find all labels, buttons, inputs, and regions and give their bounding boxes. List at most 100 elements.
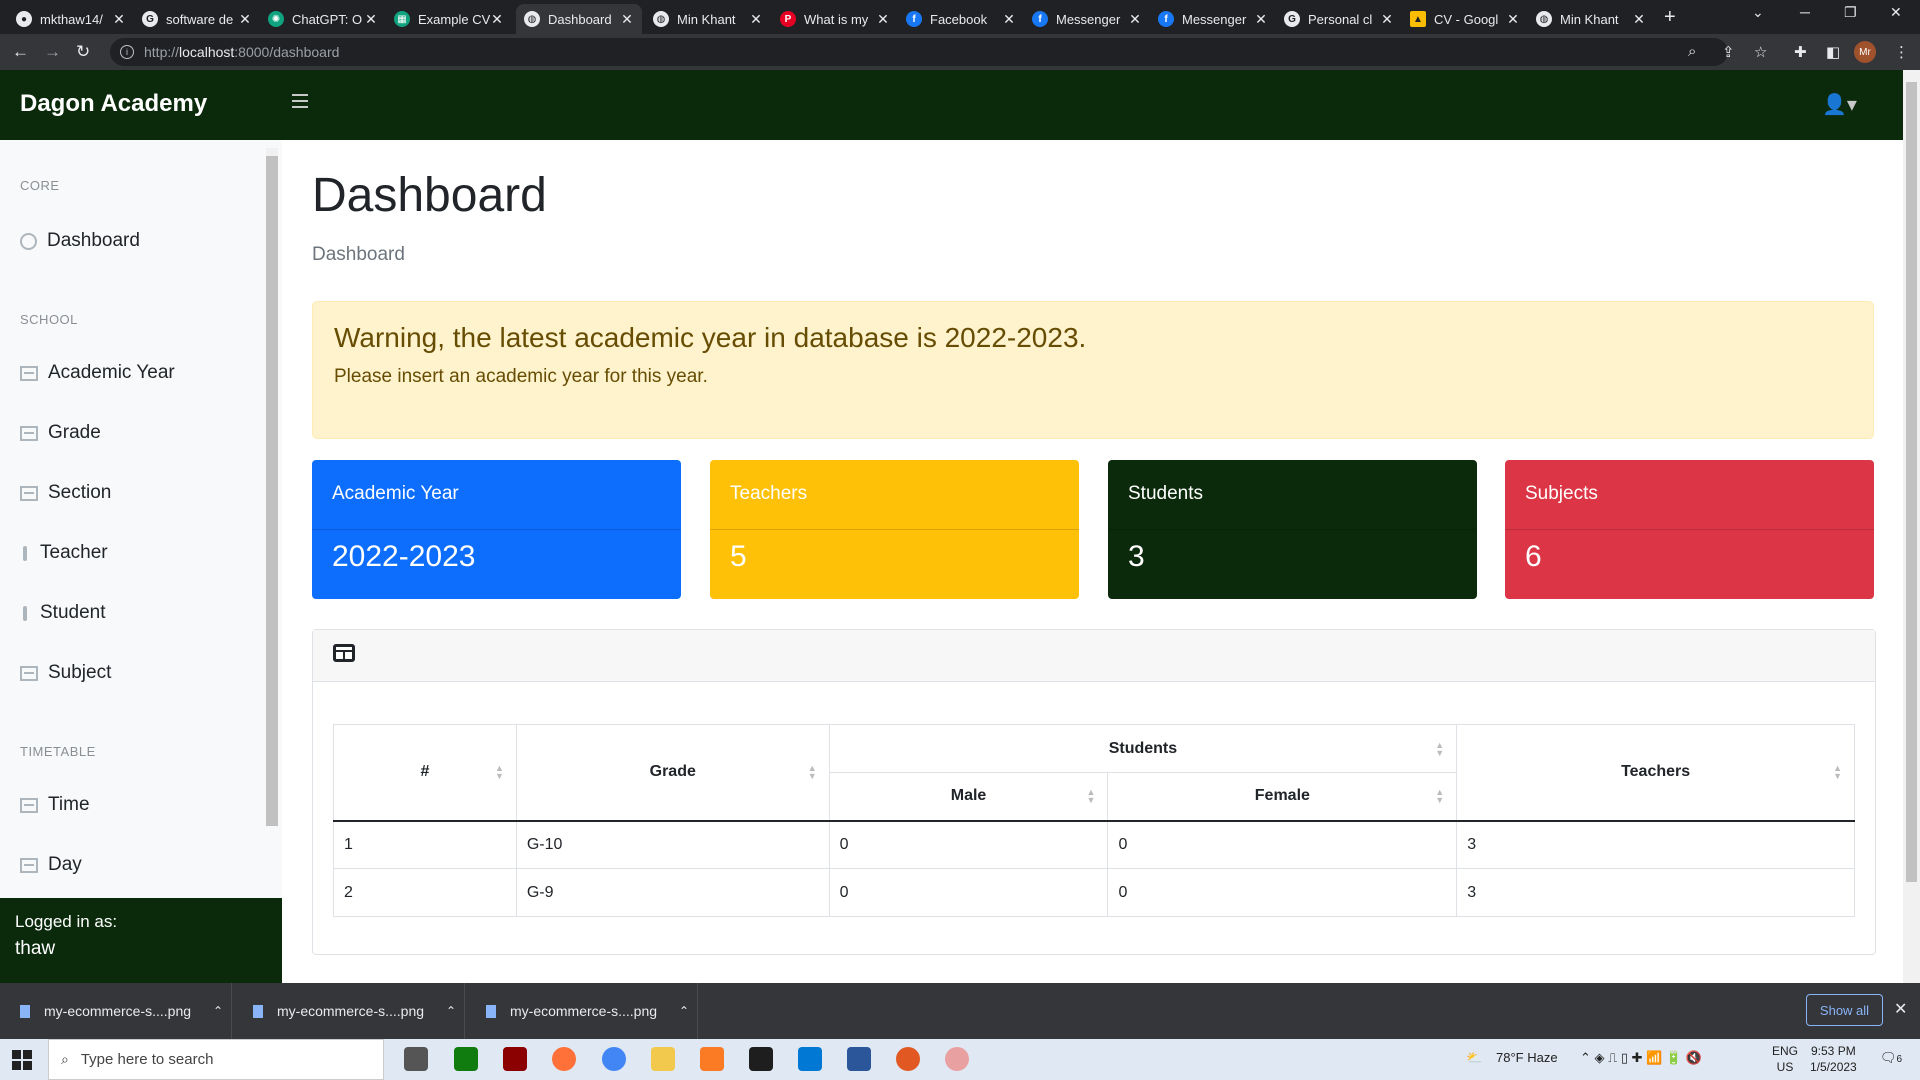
download-item[interactable]: my-ecommerce-s....png ⌃ [466,983,698,1039]
zoom-icon[interactable]: ⌕ [1688,43,1696,60]
user-menu-icon[interactable]: 👤▾ [1822,92,1857,117]
brand-logo[interactable]: Dagon Academy [20,90,207,118]
download-item[interactable]: my-ecommerce-s....png ⌃ [0,983,232,1039]
sidebar-item-subject[interactable]: Subject [20,662,111,684]
close-tab-icon[interactable]: ✕ [620,11,634,28]
col-header-students[interactable]: Students ▲ ▼ [828,724,1458,773]
sidebar-item-time[interactable]: Time [20,794,90,816]
minimize-icon[interactable]: ─ [1800,4,1810,20]
sidebar-toggle-icon[interactable] [292,94,308,108]
profile-avatar[interactable]: Mr [1854,41,1876,63]
close-tab-icon[interactable]: ✕ [1254,11,1268,28]
close-tab-icon[interactable]: ✕ [1128,11,1142,28]
chevron-up-icon[interactable]: ⌃ [679,1004,689,1018]
new-tab-icon[interactable]: + [1664,6,1676,29]
close-tab-icon[interactable]: ✕ [749,11,763,28]
xbox-icon[interactable] [454,1047,478,1071]
chrome-icon[interactable] [602,1047,626,1071]
col-header-number[interactable]: # ▲ ▼ [333,724,517,822]
site-info-icon[interactable]: i [120,45,134,59]
restore-icon[interactable]: ❐ [1844,4,1857,21]
sort-icon[interactable]: ▲ ▼ [1435,788,1444,805]
browser-tab[interactable]: ◍ Min Khant ✕ [1528,4,1654,34]
task-view-icon[interactable] [404,1047,428,1071]
page-scroll-thumb[interactable] [1906,82,1917,882]
bookmark-star-icon[interactable]: ☆ [1754,43,1767,61]
page-scrollbar[interactable] [1903,70,1920,983]
download-item[interactable]: my-ecommerce-s....png ⌃ [233,983,465,1039]
col-header-female[interactable]: Female ▲ ▼ [1107,772,1458,822]
browser-tab[interactable]: Gsoftware de ✕ [134,4,260,34]
show-all-button[interactable]: Show all [1806,994,1883,1026]
col-header-grade[interactable]: Grade ▲ ▼ [515,724,830,822]
tray-chevron-icon[interactable]: ⌃ ◈ ⎍ ▯ ✚ 📶 🔋 🔇 [1580,1050,1702,1066]
browser-tab[interactable]: ◍ Min Khant ✕ [645,4,771,34]
browser-tab[interactable]: G Personal cl ✕ [1276,4,1402,34]
sidebar-item-grade[interactable]: Grade [20,422,101,444]
sort-icon[interactable]: ▲ ▼ [1435,740,1444,757]
sidebar-scroll-thumb[interactable] [266,156,278,826]
sort-icon[interactable]: ▲ ▼ [1087,788,1096,805]
word-icon[interactable] [847,1047,871,1071]
close-tab-icon[interactable]: ✕ [490,11,504,28]
extensions-icon[interactable]: ✚ [1794,43,1807,61]
address-bar[interactable]: i http://localhost:8000/dashboard [110,38,1728,66]
sidebar-item-student[interactable]: Student [20,602,106,624]
window-close-icon[interactable]: ✕ [1890,4,1902,21]
sidebar-scrollbar[interactable] [266,148,278,826]
browser-tab[interactable]: f Messenger ✕ [1024,4,1150,34]
cell-male: 0 [828,868,1109,917]
browser-tab[interactable]: f Facebook ✕ [898,4,1024,34]
sort-icon[interactable]: ▲ ▼ [495,764,504,781]
back-icon[interactable]: ← [12,42,29,62]
close-tab-icon[interactable]: ✕ [1002,11,1016,28]
xampp-icon[interactable] [700,1047,724,1071]
weather-icon[interactable]: ⛅ [1466,1050,1482,1066]
sidebar-item-day[interactable]: Day [20,854,82,876]
sidebar-item-dashboard[interactable]: Dashboard [20,230,140,252]
close-downloads-icon[interactable]: ✕ [1894,999,1907,1019]
chevron-up-icon[interactable]: ⌃ [446,1004,456,1018]
close-tab-icon[interactable]: ✕ [1632,11,1646,28]
share-icon[interactable]: ⇪ [1722,43,1735,61]
close-tab-icon[interactable]: ✕ [1506,11,1520,28]
firefox-icon[interactable] [552,1047,576,1071]
close-tab-icon[interactable]: ✕ [364,11,378,28]
close-tab-icon[interactable]: ✕ [876,11,890,28]
weather-text[interactable]: 78°F Haze [1496,1050,1558,1065]
clock[interactable]: 9:53 PM 1/5/2023 [1810,1043,1857,1075]
vscode-icon[interactable] [798,1047,822,1071]
close-tab-icon[interactable]: ✕ [112,11,126,28]
browser-tab[interactable]: ▦ Example CV ✕ [386,4,512,34]
sort-icon[interactable]: ▲ ▼ [808,764,817,781]
col-header-teachers[interactable]: Teachers ▲ ▼ [1456,724,1855,822]
taskbar-search-input[interactable]: ⌕ Type here to search [48,1039,384,1080]
chevron-up-icon[interactable]: ⌃ [213,1004,223,1018]
side-panel-icon[interactable]: ◧ [1826,43,1840,61]
browser-tab[interactable]: ● mkthaw14/✕ [8,4,134,34]
close-tab-icon[interactable]: ✕ [238,11,252,28]
browser-tab[interactable]: ▲ CV - Googl ✕ [1402,4,1528,34]
tab-search-icon[interactable]: ⌄ [1752,4,1764,21]
sidebar-item-teacher[interactable]: Teacher [20,542,108,564]
terminal-icon[interactable] [749,1047,773,1071]
browser-tab[interactable]: f Messenger ✕ [1150,4,1276,34]
col-header-male[interactable]: Male ▲ ▼ [828,772,1109,822]
close-tab-icon[interactable]: ✕ [1380,11,1394,28]
snipping-tool-icon[interactable] [945,1047,969,1071]
windows-start-icon[interactable] [12,1050,32,1070]
browser-tab[interactable]: P What is my ✕ [772,4,898,34]
sidebar-item-section[interactable]: Section [20,482,111,504]
browser-tab[interactable]: ✺ ChatGPT: O ✕ [260,4,386,34]
file-explorer-icon[interactable] [651,1047,675,1071]
forward-icon[interactable]: → [44,42,61,62]
browser-menu-icon[interactable]: ⋮ [1894,43,1909,61]
app-icon[interactable] [503,1047,527,1071]
sidebar-item-academic-year[interactable]: Academic Year [20,362,175,384]
language-indicator[interactable]: ENG US [1772,1043,1798,1075]
reload-icon[interactable]: ↻ [76,42,90,62]
sort-icon[interactable]: ▲ ▼ [1833,764,1842,781]
notifications-icon[interactable]: 🗨6 [1880,1050,1902,1066]
powerpoint-icon[interactable] [896,1047,920,1071]
browser-tab-active[interactable]: ◍ Dashboard ✕ [516,4,642,34]
